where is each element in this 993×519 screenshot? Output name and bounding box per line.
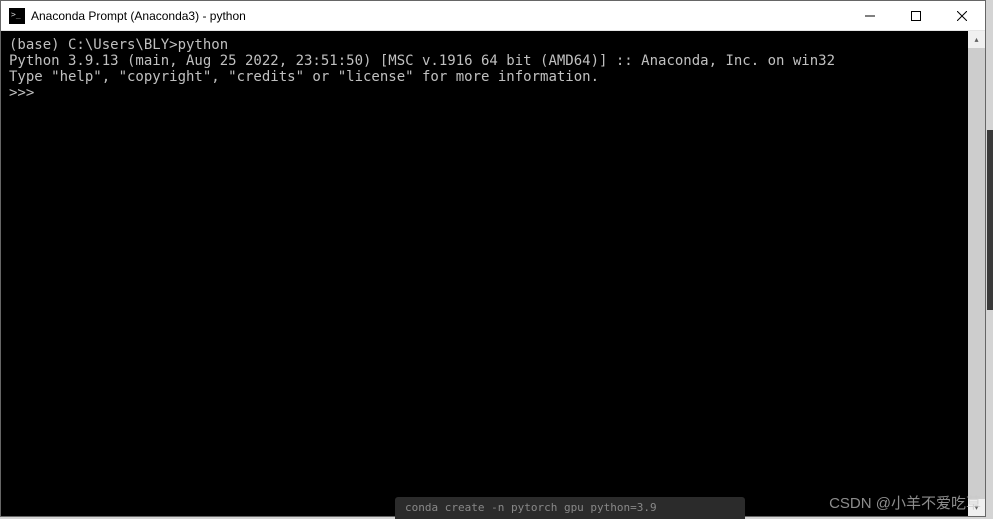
- minimize-button[interactable]: [847, 1, 893, 30]
- terminal-prompt: >>>: [9, 85, 964, 101]
- close-button[interactable]: [939, 1, 985, 30]
- vertical-scrollbar[interactable]: ▴ ▾: [968, 31, 985, 516]
- terminal-output[interactable]: (base) C:\Users\BLY>pythonPython 3.9.13 …: [1, 31, 968, 516]
- terminal-area: (base) C:\Users\BLY>pythonPython 3.9.13 …: [1, 31, 985, 516]
- terminal-line: Python 3.9.13 (main, Aug 25 2022, 23:51:…: [9, 53, 964, 69]
- terminal-app-icon: [9, 8, 25, 24]
- taskbar-fragment: conda create -n pytorch gpu python=3.9: [395, 497, 745, 519]
- window-title: Anaconda Prompt (Anaconda3) - python: [31, 9, 847, 23]
- terminal-line: (base) C:\Users\BLY>python: [9, 37, 964, 53]
- scroll-thumb[interactable]: [968, 48, 985, 499]
- terminal-line: Type "help", "copyright", "credits" or "…: [9, 69, 964, 85]
- maximize-button[interactable]: [893, 1, 939, 30]
- window-controls: [847, 1, 985, 30]
- titlebar[interactable]: Anaconda Prompt (Anaconda3) - python: [1, 1, 985, 31]
- side-strip: [987, 130, 993, 310]
- taskbar-text: conda create -n pytorch gpu python=3.9: [405, 501, 657, 514]
- scroll-up-arrow-icon[interactable]: ▴: [968, 31, 985, 48]
- scroll-down-arrow-icon[interactable]: ▾: [968, 499, 985, 516]
- anaconda-prompt-window: Anaconda Prompt (Anaconda3) - python (ba…: [0, 0, 986, 517]
- scroll-track[interactable]: [968, 48, 985, 499]
